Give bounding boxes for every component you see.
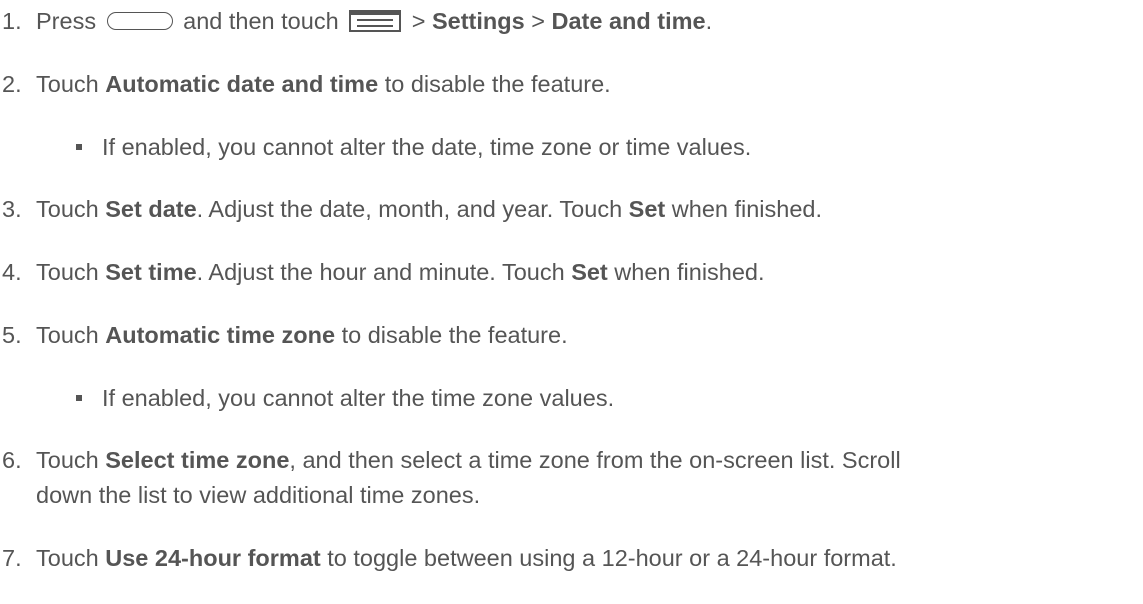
automatic-time-zone-label: Automatic time zone xyxy=(105,322,336,348)
set-date-label: Set date xyxy=(105,196,197,222)
step-rest-2: when finished. xyxy=(671,196,823,222)
touch-text: Touch xyxy=(36,196,99,222)
step-number: 6. xyxy=(2,447,22,473)
use-24-hour-format-label: Use 24-hour format xyxy=(105,545,321,571)
separator: > xyxy=(531,8,545,34)
bullet-marker xyxy=(76,395,82,401)
touch-text: Touch xyxy=(36,259,99,285)
step-text: Touch Automatic time zone to disable the… xyxy=(36,321,568,349)
step-rest: . Adjust the date, month, and year. Touc… xyxy=(196,196,623,222)
step-text: Press and then touch > Settings > Date a… xyxy=(36,7,712,35)
step-number: 1. xyxy=(2,8,22,34)
step-number: 4. xyxy=(2,259,22,285)
step-text: Touch Set date. Adjust the date, month, … xyxy=(36,195,822,223)
select-time-zone-label: Select time zone xyxy=(105,447,290,473)
bullet-marker xyxy=(76,144,82,150)
touch-text: Touch xyxy=(36,71,99,97)
step-rest: to disable the feature. xyxy=(341,322,568,348)
touch-text: Touch xyxy=(36,447,99,473)
and-then-touch-text: and then touch xyxy=(183,8,339,34)
step-number: 5. xyxy=(2,322,22,348)
date-and-time-label: Date and time xyxy=(551,8,706,34)
step-text: Touch Use 24-hour format to toggle betwe… xyxy=(36,544,897,572)
bullet-text: If enabled, you cannot alter the date, t… xyxy=(102,134,752,160)
step-rest: to toggle between using a 12-hour or a 2… xyxy=(327,545,897,571)
period: . xyxy=(705,8,713,34)
step-number: 3. xyxy=(2,196,22,222)
press-text: Press xyxy=(36,8,97,34)
step-text-line-2: down the list to view additional time zo… xyxy=(36,482,481,508)
set-time-label: Set time xyxy=(105,259,197,285)
step-rest: to disable the feature. xyxy=(384,71,611,97)
step-number: 7. xyxy=(2,545,22,571)
set-label: Set xyxy=(628,196,666,222)
step-rest: . Adjust the hour and minute. Touch xyxy=(196,259,565,285)
touch-text: Touch xyxy=(36,322,99,348)
separator: > xyxy=(411,8,426,34)
set-label: Set xyxy=(571,259,608,285)
home-key-icon xyxy=(106,12,173,30)
step-text: Touch Select time zone, and then select … xyxy=(36,446,901,474)
step-rest-2: when finished. xyxy=(614,259,765,285)
menu-key-icon xyxy=(349,10,402,32)
step-text: Touch Set time. Adjust the hour and minu… xyxy=(36,258,765,286)
automatic-date-time-label: Automatic date and time xyxy=(105,71,379,97)
touch-text: Touch xyxy=(36,545,99,571)
instructions-document: 1. Press and then touch > Settings > Dat… xyxy=(0,0,1143,604)
settings-label: Settings xyxy=(431,8,525,34)
step-rest: , and then select a time zone from the o… xyxy=(289,447,901,473)
bullet-text: If enabled, you cannot alter the time zo… xyxy=(102,385,615,411)
step-number: 2. xyxy=(2,71,22,97)
step-text: Touch Automatic date and time to disable… xyxy=(36,70,611,98)
